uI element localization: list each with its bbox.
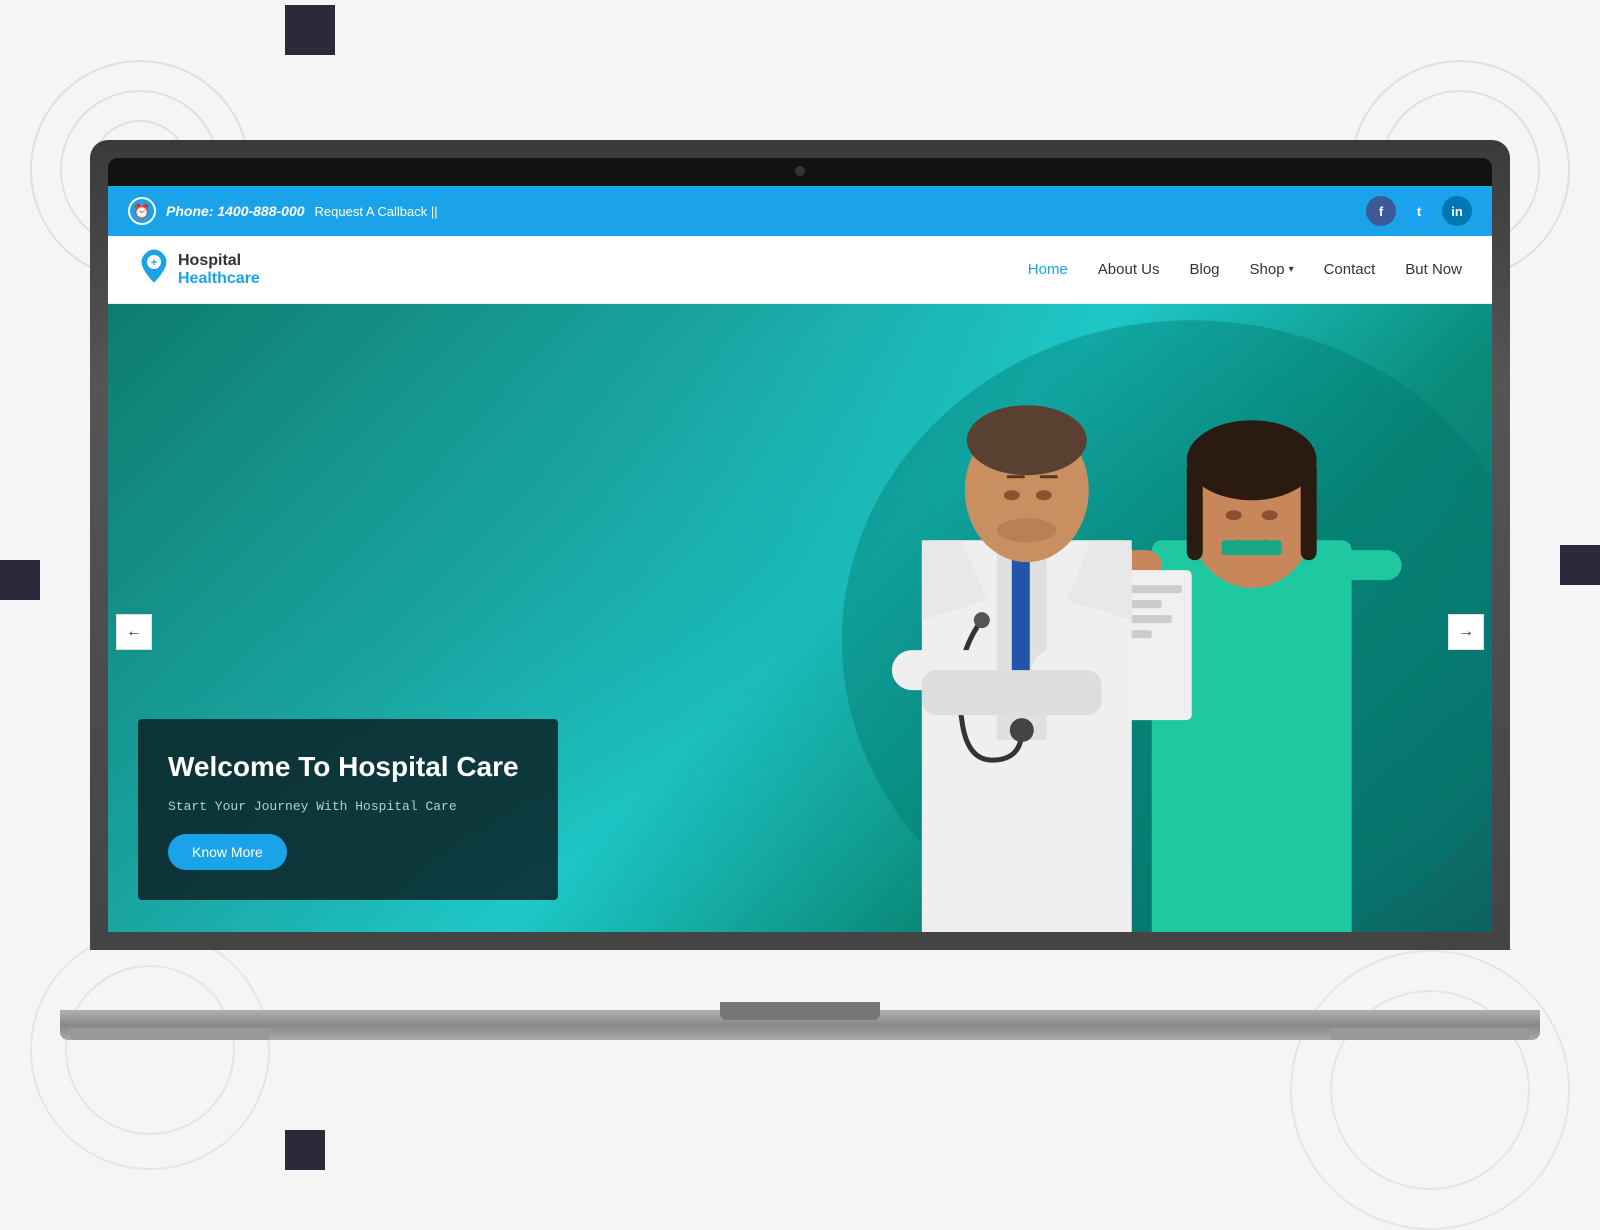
top-bar-left: ⏰ Phone: 1400-888-000 Request A Callback…	[128, 197, 438, 225]
svg-text:+: +	[151, 257, 157, 269]
bg-decoration-square-3	[0, 560, 40, 600]
nav-contact-link[interactable]: Contact	[1324, 261, 1376, 278]
doctors-illustration	[592, 304, 1492, 932]
phone-icon: ⏰	[128, 197, 156, 225]
laptop-bezel: ⏰ Phone: 1400-888-000 Request A Callback…	[108, 158, 1492, 932]
nav-contact[interactable]: Contact	[1324, 261, 1376, 279]
slider-prev-button[interactable]: ←	[116, 614, 152, 650]
logo-icon: +	[138, 248, 170, 291]
laptop-screen-body: ⏰ Phone: 1400-888-000 Request A Callback…	[90, 140, 1510, 950]
nav-home[interactable]: Home	[1028, 261, 1068, 279]
laptop-camera	[795, 166, 805, 176]
logo-line2: Healthcare	[178, 270, 260, 288]
nav-about-link[interactable]: About Us	[1098, 261, 1160, 278]
arrow-right-icon: →	[1458, 623, 1474, 641]
laptop-base	[60, 1010, 1540, 1040]
nav-blog-link[interactable]: Blog	[1189, 261, 1219, 278]
laptop-foot-right	[1330, 1028, 1530, 1040]
twitter-icon[interactable]: t	[1404, 196, 1434, 226]
chevron-down-icon: ▾	[1289, 264, 1294, 275]
nav-shop[interactable]: Shop ▾	[1250, 261, 1294, 278]
hero-title: Welcome To Hospital Care	[168, 749, 528, 785]
social-icons-container: f t in	[1366, 196, 1472, 226]
facebook-icon[interactable]: f	[1366, 196, 1396, 226]
nav-butnow-link[interactable]: But Now	[1405, 261, 1462, 278]
top-bar: ⏰ Phone: 1400-888-000 Request A Callback…	[108, 186, 1492, 236]
screen-content: ⏰ Phone: 1400-888-000 Request A Callback…	[108, 186, 1492, 932]
navbar: + Hospital Healthcare Home About Us Blog	[108, 236, 1492, 304]
nav-home-link[interactable]: Home	[1028, 261, 1068, 278]
logo-text: Hospital Healthcare	[178, 252, 260, 288]
nav-butnow[interactable]: But Now	[1405, 261, 1462, 279]
laptop-device: ⏰ Phone: 1400-888-000 Request A Callback…	[90, 140, 1510, 1040]
phone-number: 1400-888-000	[217, 203, 304, 219]
hero-subtitle: Start Your Journey With Hospital Care	[168, 799, 528, 814]
bg-decoration-square-1	[285, 5, 335, 55]
nav-links: Home About Us Blog Shop ▾ Contact But No…	[1028, 261, 1462, 279]
laptop-foot-left	[70, 1028, 270, 1040]
laptop-hinge	[720, 1002, 880, 1020]
bg-decoration-square-2	[285, 1130, 325, 1170]
arrow-left-icon: ←	[126, 623, 142, 641]
nav-shop-link[interactable]: Shop ▾	[1250, 261, 1294, 278]
logo-line1: Hospital	[178, 252, 260, 270]
linkedin-icon[interactable]: in	[1442, 196, 1472, 226]
logo[interactable]: + Hospital Healthcare	[138, 248, 260, 291]
callback-text[interactable]: Request A Callback ||	[315, 204, 438, 219]
bg-decoration-square-4	[1560, 545, 1600, 585]
slider-next-button[interactable]: →	[1448, 614, 1484, 650]
nav-about[interactable]: About Us	[1098, 261, 1160, 279]
phone-label: Phone: 1400-888-000	[166, 203, 305, 219]
know-more-button[interactable]: Know More	[168, 834, 287, 870]
hero-section: ← Welcome To Hospital Care Start Your Jo…	[108, 304, 1492, 932]
hero-text-overlay: Welcome To Hospital Care Start Your Jour…	[138, 719, 558, 900]
nav-blog[interactable]: Blog	[1189, 261, 1219, 279]
